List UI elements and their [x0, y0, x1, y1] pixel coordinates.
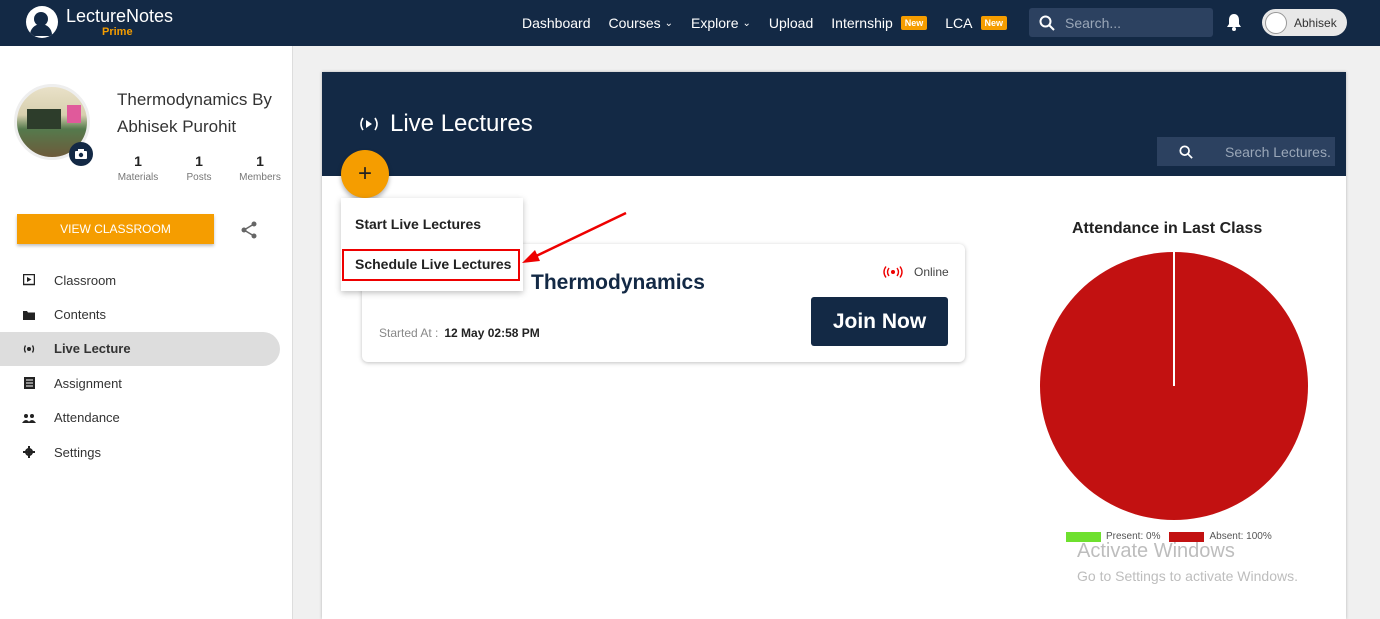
camera-icon[interactable] — [69, 142, 93, 166]
nav-search — [1029, 8, 1213, 37]
stat-materials: 1 Materials — [117, 153, 159, 183]
people-icon — [22, 411, 36, 425]
folder-icon — [22, 308, 36, 322]
nav-courses[interactable]: Courses ⌄ — [609, 15, 674, 31]
class-stats: 1 Materials 1 Posts 1 Members — [108, 153, 291, 183]
search-input[interactable] — [1065, 14, 1195, 31]
page-title: Live Lectures — [358, 110, 533, 138]
sidebar-item-attendance[interactable]: Attendance — [0, 401, 280, 435]
assignment-icon — [22, 376, 36, 390]
panel-header: Live Lectures — [322, 72, 1346, 176]
user-menu[interactable]: Abhisek — [1262, 9, 1347, 36]
sidebar-item-classroom[interactable]: Classroom — [0, 263, 280, 297]
live-signal-icon — [883, 266, 903, 278]
new-badge: New — [900, 16, 928, 30]
gear-icon — [22, 445, 36, 459]
stat-posts: 1 Posts — [186, 153, 212, 183]
bell-icon[interactable] — [1226, 13, 1242, 31]
search-icon — [1039, 15, 1055, 31]
logo[interactable]: LectureNotes Prime — [26, 6, 173, 38]
status-badge: Online — [882, 265, 949, 279]
class-title: Thermodynamics By Abhisek Purohit — [117, 90, 272, 136]
lecture-search-input[interactable] — [1225, 143, 1335, 160]
attendance-chart-title: Attendance in Last Class — [1072, 220, 1263, 237]
classroom-icon — [22, 273, 36, 287]
nav-lca[interactable]: LCA New — [945, 15, 1008, 31]
windows-watermark: Activate Windows Go to Settings to activ… — [1077, 540, 1298, 584]
lecture-search — [1157, 137, 1335, 166]
live-lectures-panel: Live Lectures + Start Live Lectures Sche… — [322, 72, 1346, 619]
annotation-arrow — [522, 211, 627, 263]
share-icon[interactable] — [239, 220, 259, 240]
top-navbar: LectureNotes Prime Dashboard Courses ⌄ Ex… — [0, 0, 1380, 46]
search-icon — [1179, 144, 1193, 159]
add-lecture-button[interactable]: + — [341, 150, 389, 198]
sidebar-item-contents[interactable]: Contents — [0, 297, 280, 331]
logo-icon — [26, 6, 58, 38]
sidebar-menu: Classroom Contents Live Lecture Assignme… — [0, 263, 280, 469]
add-lecture-menu: Start Live Lectures Schedule Live Lectur… — [341, 198, 523, 291]
stat-members: 1 Members — [239, 153, 281, 183]
nav-dashboard[interactable]: Dashboard — [522, 15, 591, 31]
attendance-pie-chart — [1040, 252, 1308, 520]
nav-upload[interactable]: Upload — [769, 15, 813, 31]
app-name: LectureNotes — [66, 5, 174, 26]
start-live-lectures-item[interactable]: Start Live Lectures — [341, 204, 523, 244]
new-badge: New — [980, 16, 1008, 30]
sidebar-item-live-lecture[interactable]: Live Lecture — [0, 331, 280, 367]
nav-explore[interactable]: Explore ⌄ — [691, 15, 751, 31]
app-tier: Prime — [102, 25, 133, 38]
schedule-live-lectures-item[interactable]: Schedule Live Lectures — [341, 244, 523, 284]
avatar — [1265, 11, 1287, 34]
sidebar-item-settings[interactable]: Settings — [0, 435, 280, 469]
started-at: Started At :12 May 02:58 PM — [379, 326, 540, 340]
view-classroom-button[interactable]: VIEW CLASSROOM — [17, 214, 214, 244]
sidebar-item-assignment[interactable]: Assignment — [0, 366, 280, 400]
user-name: Abhisek — [1294, 15, 1337, 30]
live-icon — [22, 342, 36, 356]
chevron-down-icon: ⌄ — [664, 17, 674, 29]
chevron-down-icon: ⌄ — [742, 17, 751, 29]
nav-links: Dashboard Courses ⌄ Explore ⌄ Upload Inter… — [522, 0, 1025, 46]
sidebar: Thermodynamics By Abhisek Purohit 1 Mater… — [0, 46, 293, 619]
live-broadcast-icon — [360, 117, 378, 131]
nav-internship[interactable]: Internship New — [831, 15, 928, 31]
lecture-name: Thermodynamics — [531, 271, 705, 294]
join-now-button[interactable]: Join Now — [811, 297, 948, 346]
